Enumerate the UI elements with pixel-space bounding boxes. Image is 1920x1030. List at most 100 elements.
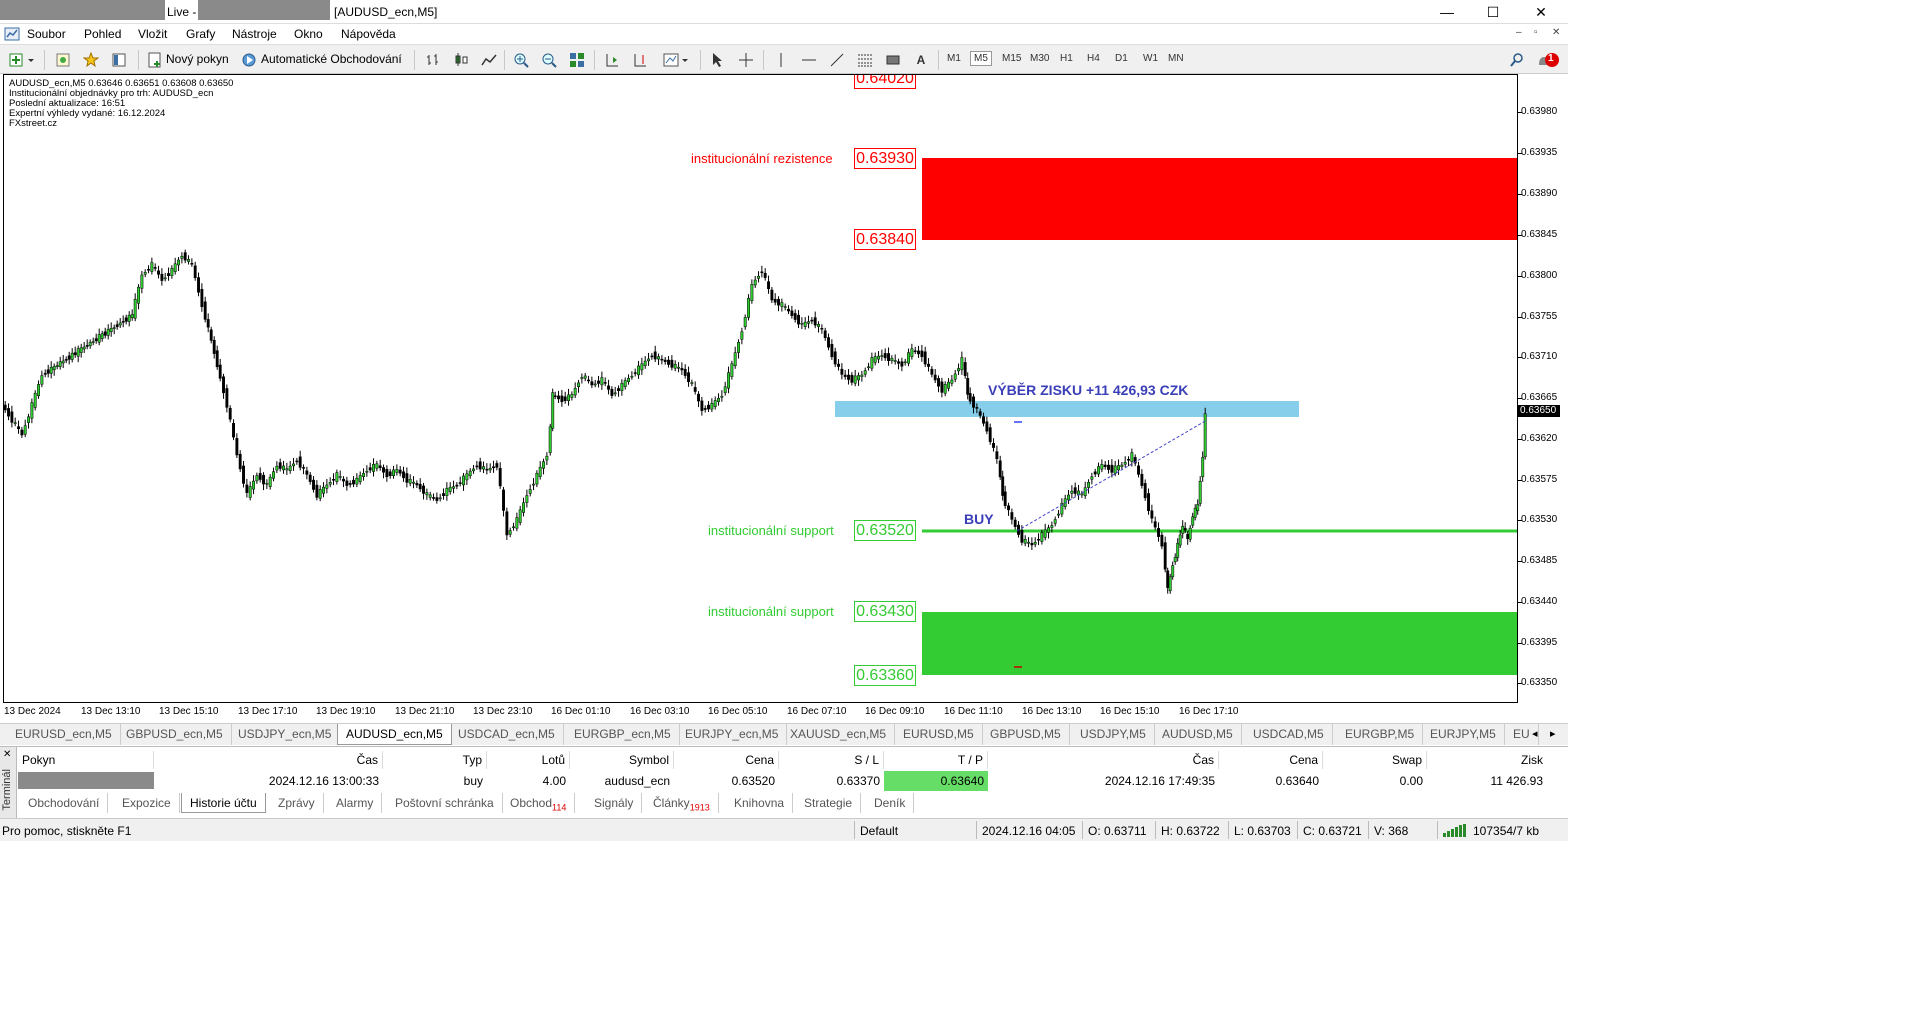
timeframe-m5[interactable]: M5 [970, 51, 992, 66]
auto-trading-icon[interactable] [240, 51, 258, 69]
timeframe-h1[interactable]: H1 [1060, 53, 1073, 64]
mdi-restore-button[interactable]: ▫ [1534, 27, 1538, 38]
row-tp[interactable]: 0.63640 [884, 771, 988, 791]
candlestick-icon[interactable] [452, 51, 470, 69]
fibonacci-icon[interactable] [856, 51, 874, 69]
terminal-tab[interactable]: Deník [866, 793, 915, 813]
chart-tab[interactable]: USDCAD,M5 [1245, 724, 1333, 745]
row-close-price[interactable]: 0.63640 [1219, 771, 1323, 791]
menu-nastroje[interactable]: Nástroje [232, 27, 277, 41]
mdi-close-button[interactable]: ✕ [1552, 27, 1560, 38]
new-order-button[interactable]: Nový pokyn [166, 52, 229, 66]
rectangle-icon[interactable] [884, 51, 902, 69]
chart-tab[interactable]: USDCAD_ecn,M5 [450, 724, 564, 745]
chart-tab[interactable]: GBPUSD,M5 [982, 724, 1070, 745]
chart-tab[interactable]: EURUSD,M5 [895, 724, 983, 745]
horizontal-line-icon[interactable] [800, 51, 818, 69]
row-symbol[interactable]: audusd_ecn [570, 771, 674, 791]
terminal-tab[interactable]: Expozice [114, 793, 180, 813]
text-tool-icon[interactable]: A [912, 51, 930, 69]
crosshair-icon[interactable] [737, 51, 755, 69]
timeframe-w1[interactable]: W1 [1143, 53, 1158, 64]
price-axis[interactable]: 0.63980 0.63935 0.63890 0.63845 0.63800 0.637… [1518, 74, 1568, 703]
menu-soubor[interactable]: Soubor [27, 27, 66, 41]
chart-shift-icon[interactable] [603, 51, 621, 69]
chart-tab[interactable]: USDJPY_ecn,M5 [230, 724, 341, 745]
templates-icon[interactable] [662, 51, 692, 69]
menu-okno[interactable]: Okno [294, 27, 323, 41]
chart-tab[interactable]: EURJPY_ecn,M5 [677, 724, 788, 745]
col-pokyn[interactable]: Pokyn [18, 751, 154, 769]
close-button[interactable]: ✕ [1518, 0, 1564, 24]
terminal-tab[interactable]: Zprávy [270, 793, 324, 813]
row-price[interactable]: 0.63520 [674, 771, 779, 791]
zoom-in-icon[interactable] [512, 51, 530, 69]
timeframe-m30[interactable]: M30 [1030, 53, 1049, 64]
terminal-tab[interactable]: Alarmy [328, 793, 383, 813]
col-zisk[interactable]: Zisk [1427, 751, 1547, 769]
col-typ[interactable]: Typ [383, 751, 487, 769]
line-chart-icon[interactable] [480, 51, 498, 69]
new-chart-icon[interactable] [8, 51, 38, 69]
col-cena[interactable]: Cena [674, 751, 779, 769]
auto-trading-button[interactable]: Automatické Obchodování [261, 52, 402, 66]
terminal-tab[interactable]: Poštovní schránka [387, 793, 503, 813]
terminal-tab[interactable]: Knihovna [726, 793, 794, 813]
terminal-tab[interactable]: Články1913 [645, 793, 719, 813]
chart-tab[interactable]: EURGBP_ecn,M5 [566, 724, 680, 745]
row-open-time[interactable]: 2024.12.16 13:00:33 [154, 771, 383, 791]
cursor-icon[interactable] [709, 51, 727, 69]
chart-tab[interactable]: AUDUSD,M5 [1154, 724, 1242, 745]
favorites-icon[interactable] [82, 51, 100, 69]
maximize-button[interactable]: ☐ [1470, 0, 1516, 24]
col-cas[interactable]: Čas [154, 751, 383, 769]
new-order-icon[interactable] [146, 51, 164, 69]
menu-grafy[interactable]: Grafy [186, 27, 215, 41]
col-tp[interactable]: T / P [884, 751, 988, 769]
menu-napoveda[interactable]: Nápověda [341, 27, 396, 41]
terminal-tab[interactable]: Obchodování [20, 793, 109, 813]
trendline-icon[interactable] [828, 51, 846, 69]
minimize-button[interactable]: — [1424, 0, 1470, 24]
terminal-tab[interactable]: Signály [586, 793, 643, 813]
navigator-icon[interactable] [110, 51, 128, 69]
tile-windows-icon[interactable] [568, 51, 586, 69]
chart-tab[interactable]: EURGBP,M5 [1337, 724, 1424, 745]
autoscroll-icon[interactable] [631, 51, 649, 69]
row-close-time[interactable]: 2024.12.16 17:49:35 [988, 771, 1219, 791]
chart-tab[interactable]: GBPUSD_ecn,M5 [118, 724, 232, 745]
col-cas-close[interactable]: Čas [988, 751, 1219, 769]
timeframe-m15[interactable]: M15 [1002, 53, 1021, 64]
col-swap[interactable]: Swap [1323, 751, 1427, 769]
mdi-minimize-button[interactable]: – [1516, 27, 1522, 38]
tab-scroll-right-icon[interactable]: ▸ [1550, 727, 1556, 740]
timeframe-m1[interactable]: M1 [947, 53, 961, 64]
menu-pohled[interactable]: Pohled [84, 27, 121, 41]
timeframe-h4[interactable]: H4 [1087, 53, 1100, 64]
row-type[interactable]: buy [383, 771, 487, 791]
terminal-tab[interactable]: Strategie [796, 793, 862, 813]
chart-tab[interactable]: EURJPY,M5 [1422, 724, 1505, 745]
col-cena-close[interactable]: Cena [1219, 751, 1323, 769]
status-profile[interactable]: Default [860, 824, 898, 838]
terminal-tab[interactable]: Obchod114 [502, 793, 576, 813]
chart-tab[interactable]: AUDUSD_ecn,M5 [337, 724, 452, 745]
col-sl[interactable]: S / L [779, 751, 884, 769]
chart-tab[interactable]: EURUSD_ecn,M5 [7, 724, 121, 745]
row-swap[interactable]: 0.00 [1323, 771, 1427, 791]
price-chart[interactable]: AUDUSD_ecn,M5 0.63646 0.63651 0.63608 0.… [3, 74, 1518, 703]
bar-chart-icon[interactable] [424, 51, 442, 69]
timeframe-mn[interactable]: MN [1168, 53, 1184, 64]
search-icon[interactable] [1508, 51, 1526, 69]
menu-vlozit[interactable]: Vložit [138, 27, 167, 41]
timeframe-d1[interactable]: D1 [1115, 53, 1128, 64]
terminal-tab[interactable]: Historie účtu [181, 793, 266, 813]
col-lotu[interactable]: Lotů [487, 751, 570, 769]
tab-scroll-left-icon[interactable]: ◂ [1532, 727, 1538, 740]
col-symbol[interactable]: Symbol [570, 751, 674, 769]
time-axis[interactable]: 13 Dec 2024 13 Dec 13:10 13 Dec 15:10 13 De… [3, 703, 1518, 723]
row-sl[interactable]: 0.63370 [779, 771, 884, 791]
zoom-out-icon[interactable] [540, 51, 558, 69]
chart-tab[interactable]: XAUUSD_ecn,M5 [782, 724, 896, 745]
terminal-close-icon[interactable]: ✕ [3, 749, 11, 760]
